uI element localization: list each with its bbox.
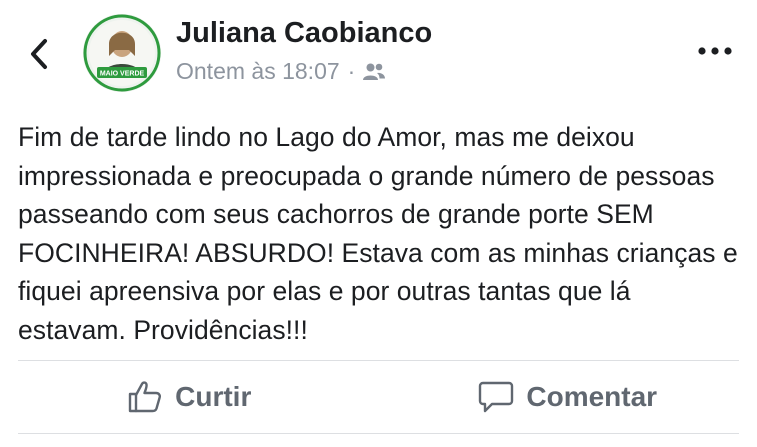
like-label: Curtir	[175, 381, 252, 412]
more-dots-icon	[698, 47, 732, 55]
thumbs-up-icon	[128, 381, 162, 413]
action-bar: Curtir Comentar	[0, 361, 757, 433]
comment-icon	[479, 381, 514, 413]
divider-bottom	[18, 433, 739, 434]
comment-button[interactable]: Comentar	[379, 361, 757, 433]
author-name[interactable]: Juliana Caobianco	[176, 17, 432, 50]
avatar[interactable]: MAIO VERDE	[83, 14, 161, 92]
like-button[interactable]: Curtir	[0, 361, 379, 433]
post-timestamp[interactable]: Ontem às 18:07	[176, 58, 340, 85]
avatar-badge-text: MAIO VERDE	[100, 71, 145, 78]
back-button[interactable]	[22, 34, 56, 74]
chevron-left-icon	[31, 39, 47, 69]
comment-label: Comentar	[526, 381, 658, 412]
more-options-button[interactable]	[695, 36, 735, 66]
post-body: Fim de tarde lindo no Lago do Amor, mas …	[18, 122, 738, 345]
friends-icon	[363, 63, 386, 80]
meta-separator: ·	[347, 58, 356, 84]
post-meta: Ontem às 18:07 ·	[176, 58, 386, 85]
facebook-post: MAIO VERDE Juliana Caobianco Ontem às 18…	[0, 0, 757, 447]
profile-photo: MAIO VERDE	[83, 14, 161, 92]
